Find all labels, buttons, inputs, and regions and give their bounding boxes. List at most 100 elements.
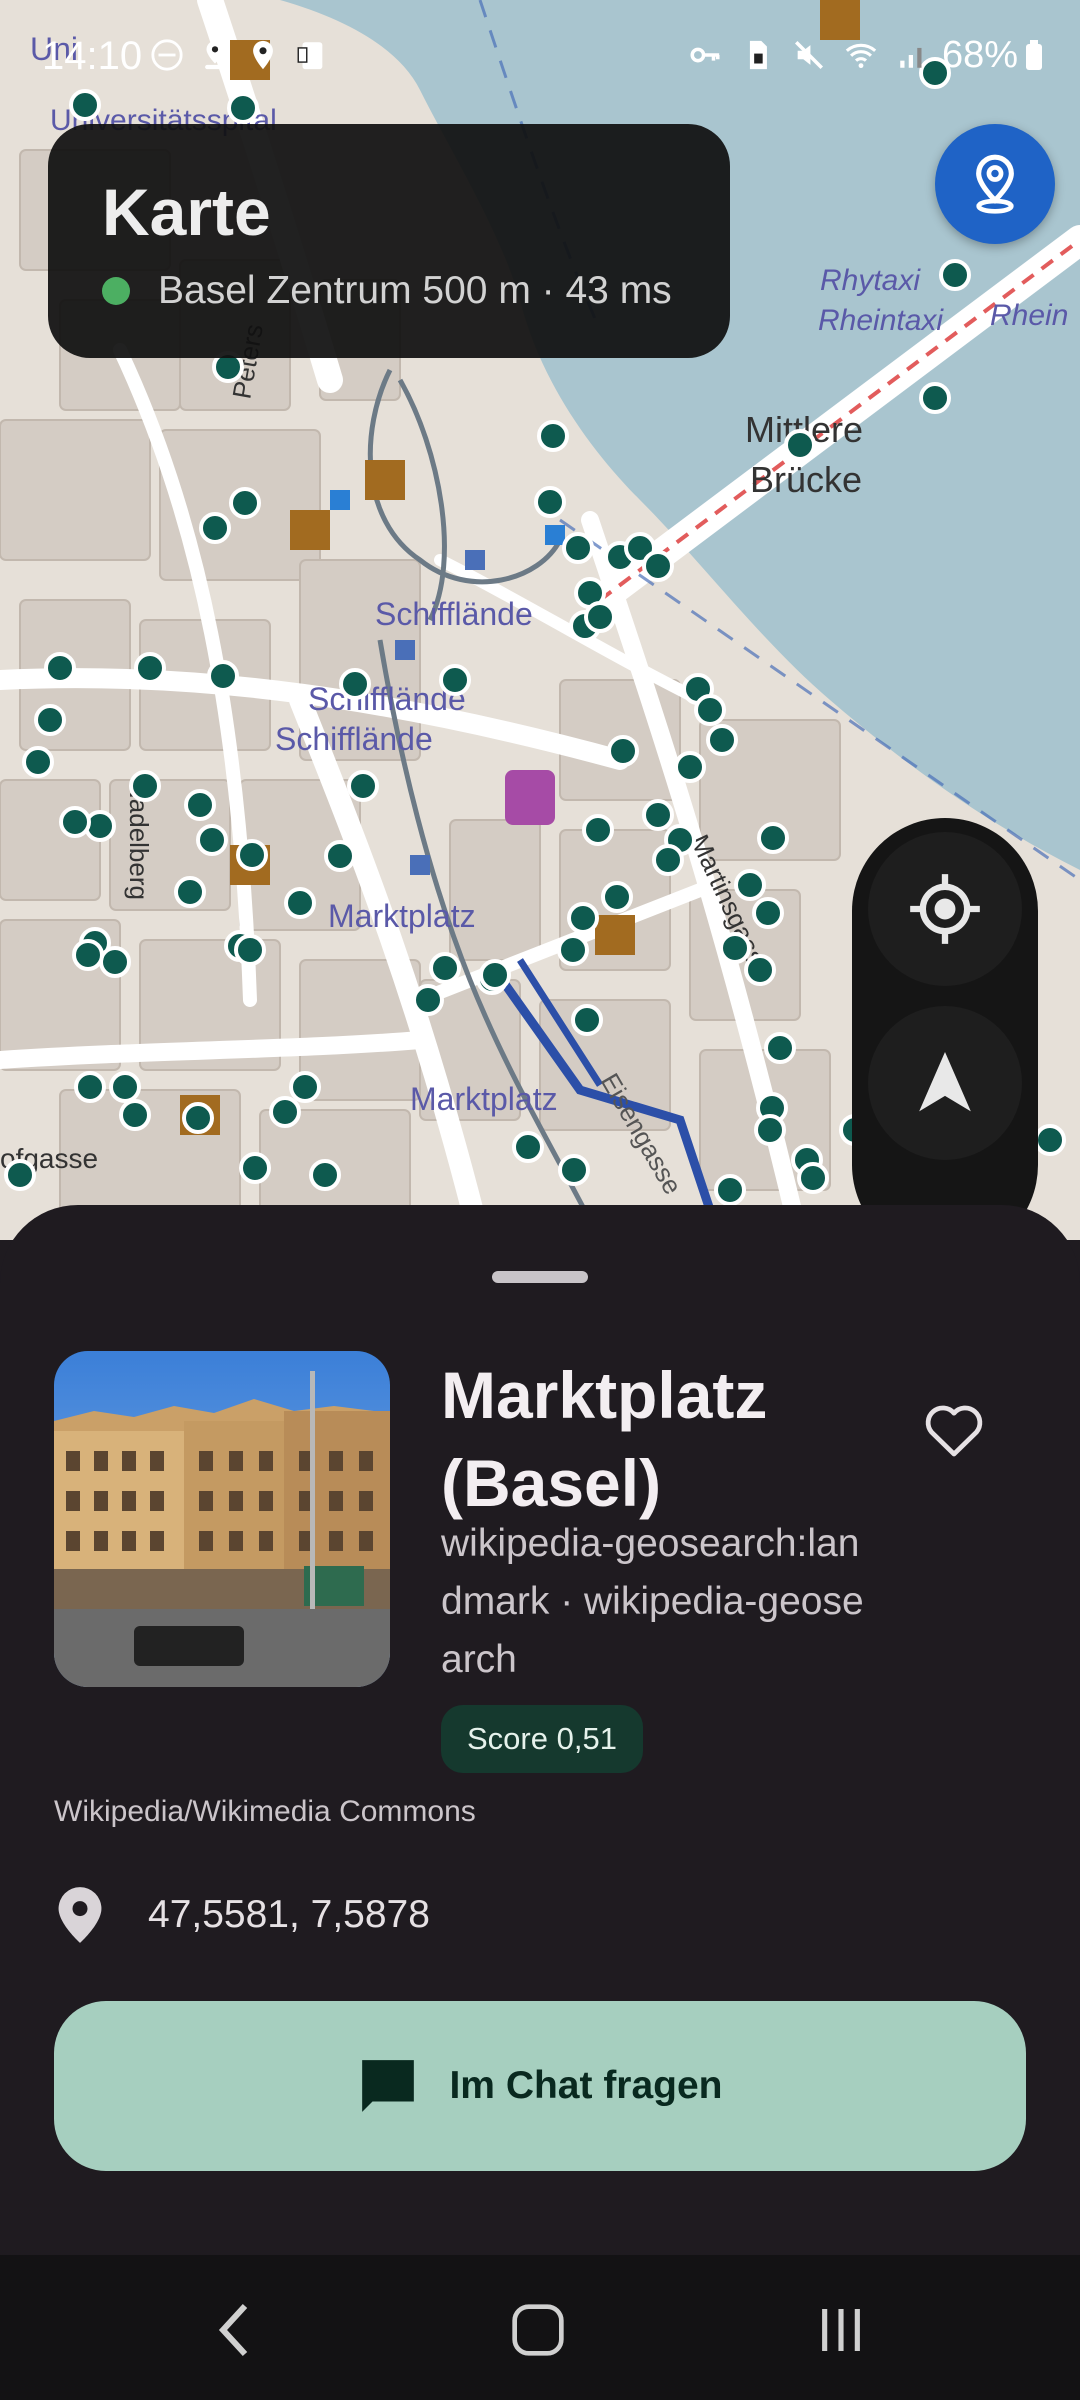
map-marker[interactable]	[558, 1154, 590, 1186]
map-marker[interactable]	[44, 652, 76, 684]
ask-in-chat-label: Im Chat fragen	[449, 2064, 723, 2107]
status-time: 14:10	[42, 34, 143, 78]
map-marker[interactable]	[567, 902, 599, 934]
map-marker[interactable]	[939, 259, 971, 291]
drag-handle[interactable]	[492, 1271, 588, 1283]
navigation-arrow-icon	[919, 1052, 971, 1112]
map-marker[interactable]	[239, 1152, 271, 1184]
map-label: Rheintaxi	[818, 304, 944, 337]
map-marker[interactable]	[174, 876, 206, 908]
map-marker[interactable]	[752, 897, 784, 929]
map-marker[interactable]	[674, 751, 706, 783]
map-marker[interactable]	[754, 1114, 786, 1146]
map-marker[interactable]	[744, 954, 776, 986]
map-marker[interactable]	[642, 550, 674, 582]
favorite-button[interactable]	[910, 1385, 998, 1473]
map-marker[interactable]	[757, 822, 789, 854]
map-status-line: Basel Zentrum 500 m · 43 ms	[102, 269, 672, 313]
map-marker[interactable]	[22, 746, 54, 778]
battery-percent: 68%	[941, 34, 1018, 76]
map-marker[interactable]	[34, 704, 66, 736]
map-marker[interactable]	[439, 664, 471, 696]
back-button[interactable]	[200, 2295, 270, 2365]
location-person-icon	[205, 40, 225, 70]
map-marker[interactable]	[784, 429, 816, 461]
map-marker[interactable]	[99, 946, 131, 978]
map-marker[interactable]	[182, 1102, 214, 1134]
map-marker[interactable]	[562, 532, 594, 564]
map-marker[interactable]	[72, 939, 104, 971]
map-marker[interactable]	[74, 1071, 106, 1103]
map-marker[interactable]	[134, 652, 166, 684]
map-marker[interactable]	[59, 806, 91, 838]
map-marker[interactable]	[229, 487, 261, 519]
map-label: Marktplatz	[328, 898, 476, 934]
marktplatz-photo	[54, 1351, 390, 1687]
map-marker[interactable]	[284, 887, 316, 919]
map-marker[interactable]	[289, 1071, 321, 1103]
map-label: Schifflände	[275, 721, 433, 757]
map-marker[interactable]	[534, 486, 566, 518]
map-marker[interactable]	[642, 799, 674, 831]
clipboard-icon	[297, 42, 323, 70]
my-location-button[interactable]	[868, 832, 1022, 986]
map-marker[interactable]	[719, 932, 751, 964]
battery-icon	[1026, 39, 1042, 70]
page-title: Karte	[102, 175, 271, 249]
map-marker[interactable]	[324, 840, 356, 872]
map-label: Rhein	[990, 299, 1068, 332]
map-marker[interactable]	[207, 660, 239, 692]
map-marker[interactable]	[234, 934, 266, 966]
map-marker[interactable]	[797, 1162, 829, 1194]
map-marker[interactable]	[109, 1071, 141, 1103]
recents-button[interactable]	[806, 2295, 876, 2365]
status-right-icons	[688, 38, 930, 72]
map-label: Rhytaxi	[820, 264, 921, 297]
back-chevron-icon	[218, 2303, 248, 2357]
map-marker[interactable]	[764, 1032, 796, 1064]
map-marker[interactable]	[236, 839, 268, 871]
map-marker[interactable]	[347, 770, 379, 802]
map-marker[interactable]	[184, 789, 216, 821]
coordinates-row: 47,5581, 7,5878	[54, 1875, 430, 1955]
map-marker[interactable]	[706, 724, 738, 756]
ask-in-chat-button[interactable]: Im Chat fragen	[54, 2001, 1026, 2171]
map-marker[interactable]	[269, 1096, 301, 1128]
map-marker[interactable]	[4, 1159, 36, 1191]
status-bar: 14:10 68%	[0, 0, 1080, 110]
map-marker[interactable]	[309, 1159, 341, 1191]
map-marker[interactable]	[571, 1004, 603, 1036]
home-button[interactable]	[503, 2295, 573, 2365]
map-marker[interactable]	[119, 1099, 151, 1131]
map-marker[interactable]	[584, 601, 616, 633]
map-marker[interactable]	[607, 735, 639, 767]
map-header-card: Karte Basel Zentrum 500 m · 43 ms	[48, 124, 730, 358]
map-marker[interactable]	[734, 869, 766, 901]
map-marker[interactable]	[199, 512, 231, 544]
map-marker[interactable]	[582, 814, 614, 846]
map-marker[interactable]	[919, 382, 951, 414]
map-marker[interactable]	[429, 952, 461, 984]
map-marker[interactable]	[412, 984, 444, 1016]
status-left-icons	[150, 38, 328, 72]
map-marker[interactable]	[196, 824, 228, 856]
wifi-icon	[845, 43, 877, 69]
map-marker[interactable]	[479, 959, 511, 991]
map-marker[interactable]	[512, 1131, 544, 1163]
map-marker[interactable]	[537, 420, 569, 452]
map-marker[interactable]	[1034, 1124, 1066, 1156]
map-marker[interactable]	[601, 881, 633, 913]
pick-location-button[interactable]	[935, 124, 1055, 244]
map-marker[interactable]	[652, 844, 684, 876]
crosshair-icon	[910, 874, 980, 944]
navigation-button[interactable]	[868, 1006, 1022, 1160]
map-marker[interactable]	[129, 770, 161, 802]
map-marker[interactable]	[339, 668, 371, 700]
signal-icon	[900, 47, 922, 68]
map-marker[interactable]	[714, 1174, 746, 1206]
map-marker[interactable]	[694, 694, 726, 726]
score-badge: Score 0,51	[441, 1705, 643, 1773]
battery-status: 68%	[942, 34, 1044, 77]
location-pin-icon	[976, 154, 1014, 214]
map-marker[interactable]	[557, 934, 589, 966]
